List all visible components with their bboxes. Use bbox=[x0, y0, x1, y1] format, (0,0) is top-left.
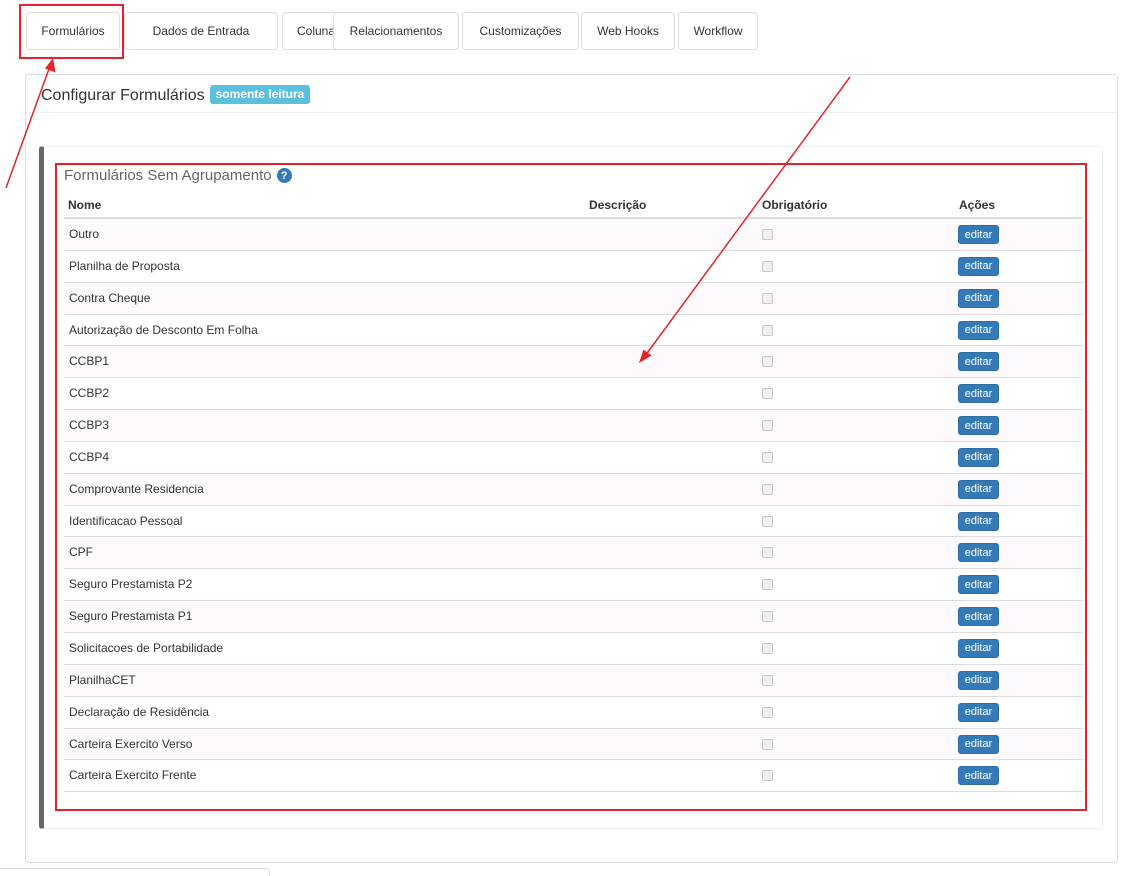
tab-workflow[interactable]: Workflow bbox=[678, 12, 758, 50]
bottom-panel-edge bbox=[0, 868, 270, 876]
annotation-highlight-table bbox=[55, 163, 1087, 811]
panel-title-text: Configurar Formulários bbox=[41, 87, 205, 104]
annotation-highlight-tab bbox=[19, 4, 124, 59]
read-only-badge: somente leitura bbox=[209, 85, 311, 104]
panel-header: Configurar Formulários somente leitura bbox=[26, 75, 1117, 113]
arrowhead-tab bbox=[45, 58, 56, 73]
tab-relacionamentos[interactable]: Relacionamentos bbox=[333, 12, 459, 50]
panel-title: Configurar Formulários somente leitura bbox=[41, 85, 311, 105]
tab-customizacoes[interactable]: Customizações bbox=[462, 12, 579, 50]
tab-web-hooks[interactable]: Web Hooks bbox=[581, 12, 675, 50]
tab-dados-de-entrada[interactable]: Dados de Entrada bbox=[124, 12, 278, 50]
